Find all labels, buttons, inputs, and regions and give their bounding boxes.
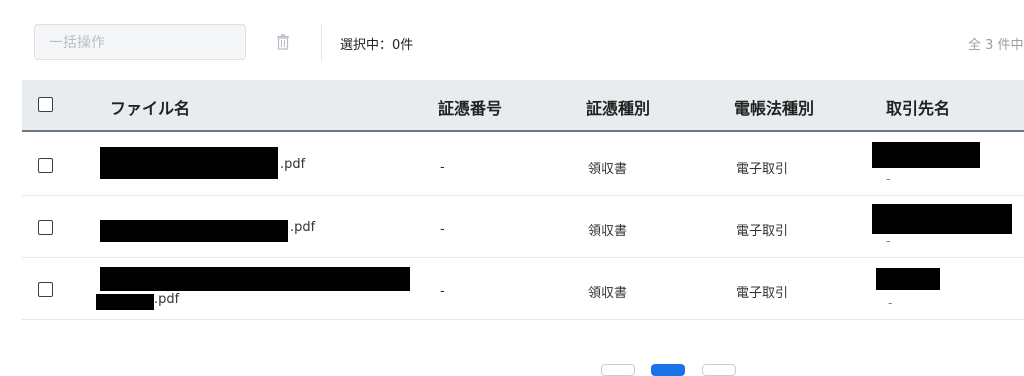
pagination-prev[interactable] [601, 364, 635, 376]
redacted-partner [872, 204, 1012, 234]
voucher-type: 領収書 [588, 224, 628, 239]
filename-suffix[interactable]: .pdf [280, 157, 305, 172]
filename-suffix[interactable]: .pdf [290, 220, 315, 235]
redacted-filename [96, 294, 154, 310]
redacted-filename [100, 147, 278, 179]
filename-suffix[interactable]: .pdf [154, 292, 179, 307]
trash-icon[interactable] [276, 34, 290, 50]
redacted-partner [876, 268, 940, 290]
partner-subtext: - [886, 172, 891, 186]
toolbar-divider [321, 24, 322, 61]
table-row[interactable]: .pdf - 領収書 電子取引 - [22, 196, 1024, 258]
table-row[interactable]: .pdf - 領収書 電子取引 - [22, 258, 1024, 320]
column-header-ebook-type[interactable]: 電帳法種別 [734, 95, 814, 119]
table-header: ファイル名 証憑番号 証憑種別 電帳法種別 取引先名 [22, 80, 1024, 132]
ebook-type: 電子取引 [736, 224, 789, 239]
column-header-voucher-number[interactable]: 証憑番号 [438, 95, 502, 119]
ebook-type: 電子取引 [736, 286, 789, 301]
column-header-filename[interactable]: ファイル名 [110, 95, 190, 119]
voucher-type: 領収書 [588, 162, 628, 177]
partner-subtext: - [888, 296, 893, 310]
row-checkbox[interactable] [38, 282, 53, 297]
total-count: 全 3 件中 [968, 38, 1024, 53]
bulk-action-placeholder: 一括操作 [49, 35, 105, 51]
select-all-checkbox[interactable] [38, 97, 53, 112]
pagination-next[interactable] [702, 364, 736, 376]
pagination-current[interactable] [651, 364, 685, 376]
table-row[interactable]: .pdf - 領収書 電子取引 - [22, 134, 1024, 196]
redacted-filename [100, 267, 410, 291]
bulk-action-select[interactable]: 一括操作 [34, 24, 246, 60]
voucher-number: - [440, 160, 445, 175]
row-checkbox[interactable] [38, 220, 53, 235]
column-header-voucher-type[interactable]: 証憑種別 [586, 95, 650, 119]
row-checkbox[interactable] [38, 158, 53, 173]
selected-count: 選択中：0件 [340, 38, 414, 53]
redacted-filename [100, 220, 288, 242]
voucher-type: 領収書 [588, 286, 628, 301]
toolbar: 一括操作 選択中：0件 全 3 件中 [0, 0, 1024, 80]
partner-subtext: - [886, 234, 891, 248]
redacted-partner [872, 142, 980, 168]
column-header-partner[interactable]: 取引先名 [886, 95, 950, 119]
ebook-type: 電子取引 [736, 162, 789, 177]
voucher-number: - [440, 284, 445, 299]
voucher-number: - [440, 222, 445, 237]
